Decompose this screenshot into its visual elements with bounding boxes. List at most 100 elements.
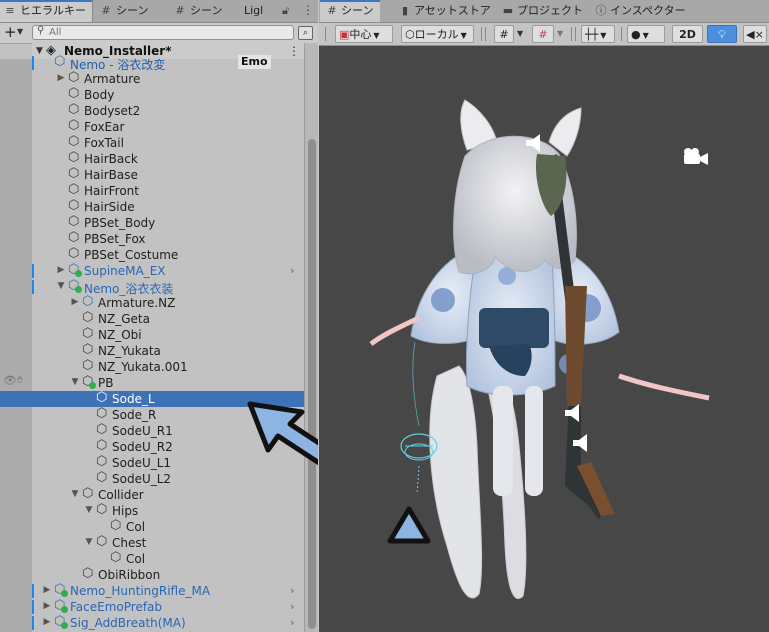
- chevron-down-icon[interactable]: ▼: [17, 27, 23, 36]
- tree-item[interactable]: ▼ ⬡ Nemo_浴衣衣装: [32, 278, 304, 296]
- tree-item[interactable]: ⬡ NZ_Geta: [32, 310, 304, 327]
- gameobject-cube-icon: ⬡: [96, 390, 108, 405]
- grid-visibility-button[interactable]: #: [494, 25, 514, 43]
- tree-item-label: Armature.NZ: [98, 296, 176, 310]
- tree-item[interactable]: ▼ ⬡ PB: [32, 374, 304, 391]
- added-override-badge-icon: [61, 606, 68, 613]
- collapse-arrow-icon[interactable]: ▼: [84, 537, 94, 547]
- shading-mode-dropdown[interactable]: ● ▼: [627, 25, 665, 43]
- collapse-arrow-icon[interactable]: ▼: [70, 377, 80, 387]
- tree-item[interactable]: ⬡ NZ_Yukata.001: [32, 358, 304, 375]
- pivot-mode-dropdown[interactable]: ▣中心 ▼: [335, 25, 393, 43]
- tree-item[interactable]: ▼ ⬡ Collider: [32, 486, 304, 503]
- open-prefab-arrow-icon[interactable]: ›: [290, 616, 294, 629]
- tree-item[interactable]: ▶ ⬡ Sig_AddBreath(MA) ›: [32, 614, 304, 631]
- tree-item[interactable]: ⬡ PBSet_Fox: [32, 230, 304, 247]
- tree-item[interactable]: ⬡ Body: [32, 86, 304, 103]
- open-prefab-arrow-icon[interactable]: ›: [290, 600, 294, 613]
- toggle-2d-button[interactable]: 2D: [672, 25, 703, 43]
- increment-snap-dropdown[interactable]: ┼┼ ▼: [581, 25, 615, 43]
- search-options-button[interactable]: ⌕: [298, 26, 313, 40]
- expand-arrow-icon[interactable]: ▶: [56, 73, 66, 83]
- gameobject-cube-icon: ⬡: [68, 150, 80, 165]
- tree-item[interactable]: ⬡ Col: [32, 518, 304, 535]
- tab-inspector[interactable]: ⓘ インスペクター: [595, 0, 686, 22]
- collapse-arrow-icon[interactable]: ▼: [70, 489, 80, 499]
- collapse-arrow-icon[interactable]: ▼: [56, 281, 66, 291]
- tree-item[interactable]: ▼ ⬡ Hips: [32, 502, 304, 519]
- tree-item[interactable]: ⬡ NZ_Obi: [32, 326, 304, 343]
- tab-project[interactable]: ▬ プロジェクト: [502, 0, 583, 22]
- collapse-arrow-icon[interactable]: ▼: [84, 505, 94, 515]
- audio-source-icon[interactable]: [571, 432, 593, 454]
- tree-item[interactable]: ▶ ⬡ Armature.NZ: [32, 294, 304, 311]
- tree-item[interactable]: ▶ ⬡ Nemo_HuntingRifle_MA ›: [32, 582, 304, 599]
- open-prefab-arrow-icon[interactable]: ›: [290, 584, 294, 597]
- scene-view-panel: # シーン ▮ アセットストア ▬ プロジェクト ⓘ インスペクター ▣中心 ▼ ⬡ローカ…: [319, 0, 769, 632]
- tab-hierarchy[interactable]: ≡ ヒエラルキー: [0, 0, 93, 22]
- tree-item[interactable]: ⬡ PBSet_Body: [32, 214, 304, 231]
- gameobject-cube-icon: ⬡: [82, 310, 94, 325]
- tab-scene[interactable]: # シーン: [320, 0, 380, 22]
- gameobject-cube-icon: ⬡: [82, 566, 94, 581]
- toolbar-separator: [575, 27, 576, 41]
- tree-item[interactable]: ⬡ HairSide: [32, 198, 304, 215]
- tree-item[interactable]: ⬡ NZ_Yukata: [32, 342, 304, 359]
- tree-item[interactable]: ⬡ FoxTail: [32, 134, 304, 151]
- tab-scene-2[interactable]: # シーン: [174, 0, 222, 22]
- tree-item-label: SodeU_L2: [112, 472, 172, 486]
- tree-item-label: SodeU_R1: [112, 424, 173, 438]
- gameobject-cube-icon: ⬡: [96, 438, 108, 453]
- eye-icon[interactable]: 👁︎: [3, 374, 17, 387]
- hierarchy-search[interactable]: ⚲: [32, 25, 294, 40]
- tree-item[interactable]: ▼ ⬡ Chest: [32, 534, 304, 551]
- tab-asset-store[interactable]: ▮ アセットストア: [399, 0, 491, 22]
- tree-item[interactable]: ⬡ ObiRibbon: [32, 566, 304, 583]
- camera-gizmo-icon[interactable]: [680, 146, 710, 168]
- add-object-button[interactable]: +: [4, 24, 17, 41]
- tree-item[interactable]: ⬡ HairBack: [32, 150, 304, 167]
- tree-item[interactable]: ▶ ⬡ SupineMA_EX ›: [32, 262, 304, 279]
- search-input[interactable]: [49, 26, 287, 39]
- more-menu-icon[interactable]: ⋮: [302, 3, 314, 17]
- lock-icon[interactable]: 🔓︎: [282, 4, 289, 18]
- audio-source-icon[interactable]: [524, 132, 546, 154]
- audio-mute-toggle[interactable]: ◀×: [743, 25, 767, 43]
- tab-lighting[interactable]: Ligl: [244, 0, 263, 22]
- expand-arrow-icon[interactable]: ▶: [42, 617, 52, 627]
- expand-arrow-icon[interactable]: ▶: [56, 265, 66, 275]
- tree-item[interactable]: ⬡ FoxEar: [32, 118, 304, 135]
- tree-item-label: HairSide: [84, 200, 135, 214]
- tree-item[interactable]: ⬡ Col: [32, 550, 304, 567]
- toolbar-separator: [621, 27, 622, 41]
- gameobject-cube-icon: ⬡: [96, 454, 108, 469]
- audio-source-icon[interactable]: [563, 402, 585, 424]
- scene-viewport[interactable]: [319, 46, 769, 632]
- chevron-down-icon[interactable]: ▼: [517, 29, 523, 38]
- tree-item-label: HairBack: [84, 152, 138, 166]
- pivot-space-dropdown[interactable]: ⬡ローカル ▼: [401, 25, 474, 43]
- tree-item-label: Nemo_HuntingRifle_MA: [70, 584, 211, 598]
- scrollbar-thumb[interactable]: [308, 139, 316, 629]
- expand-arrow-icon[interactable]: ▶: [42, 601, 52, 611]
- tab-scene-1[interactable]: # シーン: [100, 0, 148, 22]
- tree-item-label: Col: [126, 520, 146, 534]
- tree-item-label: HairFront: [84, 184, 139, 198]
- chevron-down-icon: ▼: [460, 31, 467, 40]
- tree-item[interactable]: ⬡ HairFront: [32, 182, 304, 199]
- tree-item[interactable]: ▶ ⬡ FaceEmoPrefab ›: [32, 598, 304, 615]
- tree-item[interactable]: ⬡ Nemo - 浴衣改変 Emo: [32, 54, 304, 72]
- expand-arrow-icon[interactable]: ▶: [42, 585, 52, 595]
- open-prefab-arrow-icon[interactable]: ›: [290, 264, 294, 277]
- hierarchy-scrollbar[interactable]: [304, 43, 318, 632]
- scene-lighting-toggle[interactable]: 💡︎: [707, 25, 737, 43]
- grid-snap-button[interactable]: #: [532, 25, 554, 43]
- tree-item[interactable]: ▶ ⬡ Armature: [32, 70, 304, 87]
- tree-item[interactable]: ⬡ Bodyset2: [32, 102, 304, 119]
- tree-item[interactable]: ⬡ PBSet_Costume: [32, 246, 304, 263]
- expand-arrow-icon[interactable]: ▶: [70, 297, 80, 307]
- tree-item[interactable]: ⬡ HairBase: [32, 166, 304, 183]
- local-space-icon: ⬡: [405, 28, 415, 41]
- pickable-hand-icon[interactable]: ✋︎: [17, 375, 23, 386]
- chevron-down-icon[interactable]: ▼: [557, 29, 563, 38]
